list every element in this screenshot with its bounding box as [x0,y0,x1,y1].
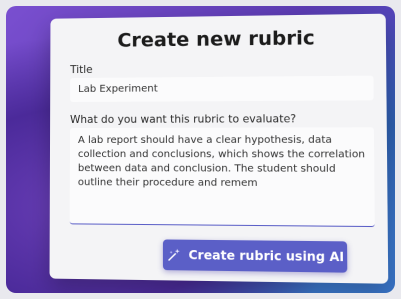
create-rubric-ai-button[interactable]: Create rubric using AI [163,239,347,272]
sparkle-icon [166,247,182,264]
dialog-title: Create new rubric [50,26,386,52]
create-rubric-dialog: Create new rubric Title Lab Experiment W… [50,14,389,284]
evaluate-textarea[interactable]: A lab report should have a clear hypothe… [70,127,375,227]
evaluate-field-label: What do you want this rubric to evaluate… [70,113,296,126]
title-input[interactable]: Lab Experiment [70,76,374,102]
title-field-label: Title [70,64,93,76]
evaluate-textarea-value: A lab report should have a clear hypothe… [78,134,366,192]
screenshot-frame: Create new rubric Title Lab Experiment W… [6,6,395,293]
create-rubric-ai-label: Create rubric using AI [188,248,344,264]
title-input-value: Lab Experiment [70,76,374,102]
